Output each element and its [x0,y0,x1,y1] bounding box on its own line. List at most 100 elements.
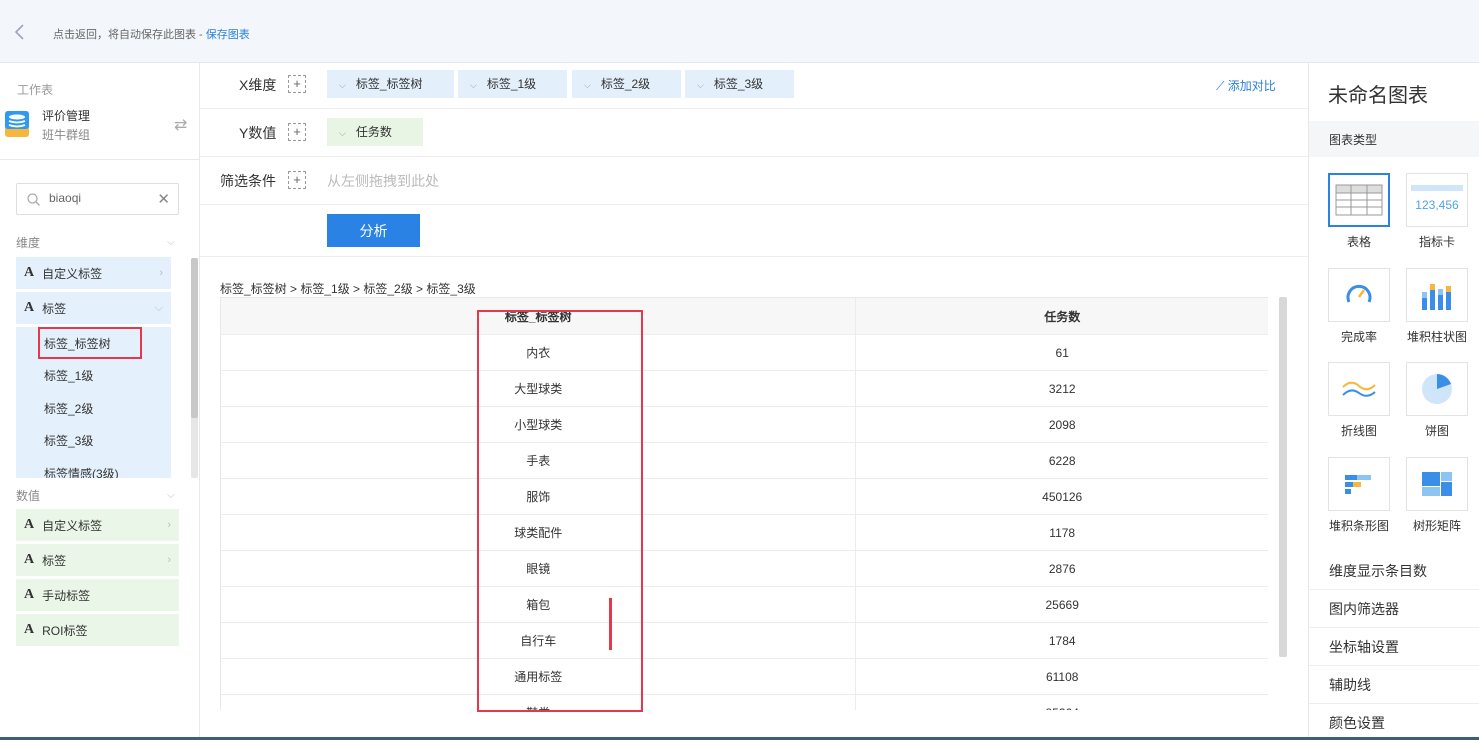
cell-count: 2098 [1048,417,1076,432]
chart-type-table[interactable] [1328,173,1390,227]
y-field-chip[interactable]: ⌵ 任务数 [327,118,423,146]
menu-chart-filter[interactable]: 图内筛选器 [1309,590,1479,628]
menu-color-settings[interactable]: 颜色设置 [1309,704,1479,740]
cell-count: 2876 [1048,561,1076,576]
value-item-roi-tag[interactable]: A ROI标签 [16,614,179,646]
back-arrow-icon[interactable] [12,22,28,42]
column-header[interactable]: 标签_标签树 [221,298,857,334]
chart-settings-panel: 未命名图表 图表类型 表格 123,456 指标卡 完成率 堆积柱状图 折线图 … [1308,63,1479,740]
cell-tag: 小型球类 [221,407,857,442]
table-row[interactable]: 大型球类 3212 [221,371,1268,407]
analyze-button[interactable]: 分析 [327,214,420,247]
cell-tag: 眼镜 [221,551,857,586]
table-scrollbar[interactable] [1279,297,1287,657]
dimension-item-tag[interactable]: A 标签 ⌵ [16,292,171,324]
cell-count: 85364 [856,695,1268,711]
divider [200,256,1308,257]
result-table: 标签_标签树 任务数 内衣 61 大型球类 3212 小型球类 2098 手表 6228… [220,297,1268,710]
dimension-item-custom-tag[interactable]: A 自定义标签 › [16,257,171,289]
x-field-chip[interactable]: ⌵ 标签_2级 [572,70,681,98]
chart-type-stacked-bar[interactable] [1328,457,1390,511]
field-tag-level1[interactable]: 标签_1级 [16,359,171,392]
chart-type-label-stacked-column: 堆积柱状图 [1406,330,1467,344]
x-field-chip[interactable]: ⌵ 标签_3级 [685,70,794,98]
chip-label: 标签_3级 [713,77,764,91]
cell-count: 25669 [1045,597,1079,612]
table-row[interactable]: 箱包 25669 [221,587,1268,623]
menu-dimension-count[interactable]: 维度显示条目数 [1309,552,1479,590]
save-chart-link[interactable]: 保存图表 [206,29,250,41]
chart-type-completion[interactable] [1328,268,1390,322]
field-tag-level3[interactable]: 标签_3级 [16,424,171,457]
swap-icon[interactable]: ⇄ [174,115,187,135]
scrollbar-thumb[interactable] [191,258,198,418]
column-header[interactable]: 任务数 [856,298,1268,334]
text-field-icon: A [24,300,35,315]
add-compare-button[interactable]: ⟋ 添加对比 [1216,77,1276,94]
chevron-down-icon: ⌵ [584,80,591,90]
search-icon [27,193,40,206]
table-row[interactable]: 手表 6228 [221,443,1268,479]
chevron-right-icon: › [167,519,171,531]
chart-type-line[interactable] [1328,362,1390,416]
cell-tag: 箱包 [221,587,857,622]
table-row[interactable]: 内衣 61 [221,335,1268,371]
cell-count: 1784 [1048,633,1076,648]
value-item-label: 自定义标签 [42,518,103,533]
value-item-tag[interactable]: A 标签 › [16,544,179,576]
search-input[interactable] [49,191,149,205]
chart-type-stacked-column[interactable] [1406,268,1468,322]
chevron-down-icon: ⌵ [339,128,346,138]
field-tag-tree[interactable]: 标签_标签树 [16,327,171,360]
cell-count: 1178 [1049,525,1076,540]
table-row[interactable]: 鞋类85364 [221,695,1268,710]
pie-chart-icon [1422,374,1452,404]
x-field-chip[interactable]: ⌵ 标签_标签树 [327,70,454,98]
field-label: 标签情感(3级) [44,466,119,478]
value-item-manual-tag[interactable]: A 手动标签 [16,579,179,611]
field-label: 标签_标签树 [44,336,111,351]
chevron-right-icon: › [167,554,171,566]
add-y-value-button[interactable]: + [288,123,306,141]
field-tag-sentiment[interactable]: 标签情感(3级) [16,457,171,478]
cell-count: 3212 [1048,381,1076,396]
clear-icon[interactable]: ✕ [157,190,170,208]
table-row[interactable]: 球类配件 1178 [221,515,1268,551]
add-compare-label: 添加对比 [1227,79,1276,93]
table-row[interactable]: 小型球类 2098 [221,407,1268,443]
table-row[interactable]: 通用标签 61108 [221,659,1268,695]
stacked-bar-icon [1345,475,1371,494]
divider [200,156,1308,157]
chart-type-pie[interactable] [1406,362,1468,416]
chevron-down-icon[interactable]: ⌵ [167,237,175,248]
x-field-chip[interactable]: ⌵ 标签_1级 [458,70,567,98]
table-header-row: 标签_标签树 任务数 [221,297,1268,335]
chip-label: 任务数 [355,125,392,139]
table-row[interactable]: 自行车 1784 [221,623,1268,659]
back-hint: 点击返回，将自动保存此图表 - 保存图表 [53,26,250,42]
menu-guide-line[interactable]: 辅助线 [1309,666,1479,704]
chart-type-treemap[interactable] [1406,457,1468,511]
add-filter-button[interactable]: + [288,171,306,189]
field-tag-level2[interactable]: 标签_2级 [16,392,171,425]
chip-label: 标签_1级 [486,77,537,91]
table-row[interactable]: 服饰 450126 [221,479,1268,515]
chart-type-label-table: 表格 [1346,235,1371,249]
dimension-item-label: 自定义标签 [42,266,103,281]
filter-drop-zone[interactable]: 从左侧拖拽到此处 [327,171,439,191]
chevron-down-icon: ⌵ [339,80,346,90]
worksheet-name[interactable]: 评价管理 [42,107,90,124]
drill-breadcrumb[interactable]: 标签_标签树 > 标签_1级 > 标签_2级 > 标签_3级 [220,280,476,297]
cell-tag: 服饰 [221,479,857,514]
value-item-label: 手动标签 [42,588,91,603]
table-row[interactable]: 眼镜 2876 [221,551,1268,587]
cell-tag: 通用标签 [221,659,857,694]
value-item-label: ROI标签 [42,623,88,638]
field-search[interactable]: ✕ [16,183,179,215]
chart-title[interactable]: 未命名图表 [1328,79,1428,108]
menu-axis-settings[interactable]: 坐标轴设置 [1309,628,1479,666]
chart-type-indicator[interactable]: 123,456 [1406,173,1468,227]
value-item-custom-tag[interactable]: A 自定义标签 › [16,509,179,541]
chevron-down-icon[interactable]: ⌵ [167,490,175,501]
add-x-dimension-button[interactable]: + [288,75,306,93]
